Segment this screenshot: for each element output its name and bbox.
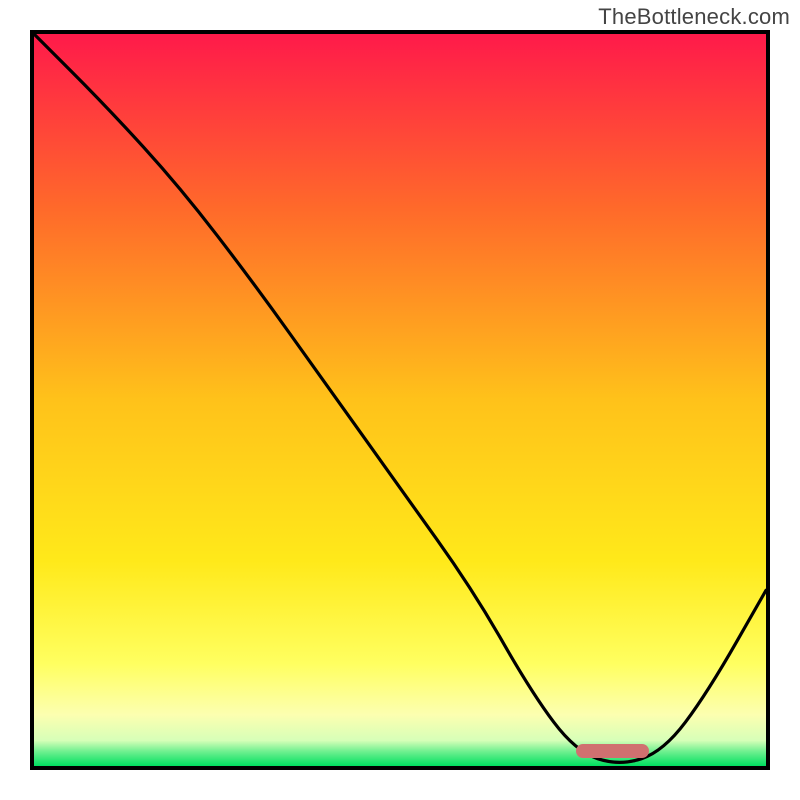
watermark-text: TheBottleneck.com [598,4,790,30]
plot-area [30,30,770,770]
optimal-range-marker [576,744,649,758]
bottleneck-curve [34,34,766,766]
chart-frame: TheBottleneck.com [0,0,800,800]
